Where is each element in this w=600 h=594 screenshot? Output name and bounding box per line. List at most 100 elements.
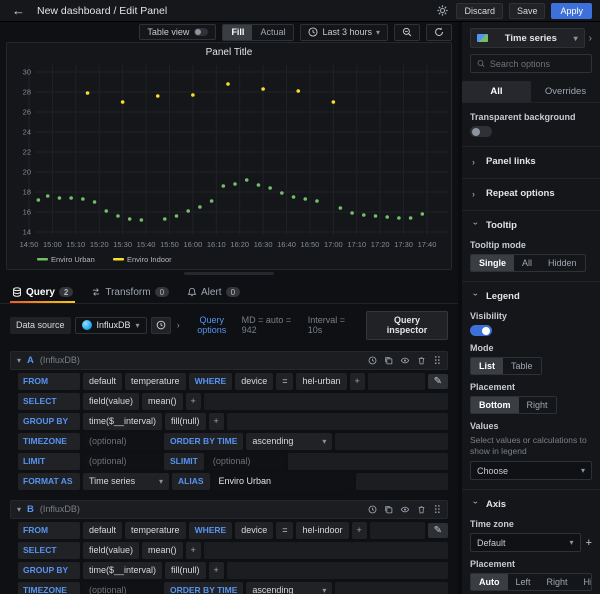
segment-default[interactable]: default [83,373,122,390]
visualization-picker[interactable]: Time series ▾ [470,28,585,48]
input-field[interactable]: (optional) [83,433,161,450]
segment-temperature[interactable]: temperature [125,522,186,539]
option-hidden[interactable]: Hidden [576,574,592,590]
tab-alert[interactable]: Alert 0 [185,284,242,303]
query-header-B[interactable]: ▾ B (InfluxDB) [10,500,448,519]
zoom-out-button[interactable] [394,24,420,41]
option-list[interactable]: List [471,358,503,374]
tab-transform[interactable]: Transform 0 [89,284,171,303]
options-search-input[interactable] [490,59,585,69]
legend-expander[interactable]: › Legend [470,289,592,304]
table-view-switch[interactable] [194,28,208,36]
tab-all-options[interactable]: All [462,81,531,102]
time-series-chart[interactable]: 14161820222426283014:5015:0015:1015:2015… [7,59,450,269]
dropdown-ascending[interactable]: ascending▾ [246,582,332,594]
dropdown-ascending[interactable]: ascending▾ [246,433,332,450]
add-segment-button[interactable]: + [209,413,224,430]
query-options-expander[interactable]: › Query options [175,315,238,335]
tab-query[interactable]: Query 2 [10,284,75,303]
time-range-picker[interactable]: Last 3 hours ▾ [300,24,388,41]
input-field[interactable]: (optional) [83,453,161,470]
segment-time-interval-[interactable]: time($__interval) [83,413,162,430]
option-table[interactable]: Table [503,358,541,374]
query-header-A[interactable]: ▾ A (InfluxDB) [10,351,448,370]
toggle-query-visibility-button[interactable] [400,355,410,365]
tab-overrides[interactable]: Overrides [531,81,600,102]
keyword-alias[interactable]: ALIAS [172,473,210,490]
segment-hel-indoor[interactable]: hel-indoor [296,522,348,539]
axis-timezone-dropdown[interactable]: Default ▾ [470,533,581,552]
segment--[interactable]: = [276,373,293,390]
add-segment-button[interactable]: + [186,542,201,559]
add-segment-button[interactable]: + [209,562,224,579]
apply-button[interactable]: Apply [551,3,592,19]
keyword-order-by-time[interactable]: ORDER BY TIME [164,582,243,594]
legend-visibility-toggle[interactable] [470,325,492,336]
keyword-order-by-time[interactable]: ORDER BY TIME [164,433,243,450]
table-view-toggle[interactable]: Table view [139,24,216,40]
delete-query-button[interactable] [417,355,426,365]
back-button[interactable]: ← [8,4,29,17]
segment-hel-urban[interactable]: hel-urban [296,373,346,390]
input-field[interactable]: (optional) [207,453,285,470]
option-auto[interactable]: Auto [471,574,508,590]
add-segment-button[interactable]: + [352,522,367,539]
option-all[interactable]: All [514,255,540,271]
repeat-options-expander[interactable]: › Repeat options [470,186,592,201]
toggle-query-visibility-button[interactable] [400,504,410,514]
axis-expander[interactable]: › Axis [470,497,592,512]
refresh-button[interactable] [426,24,452,41]
delete-query-button[interactable] [417,504,426,514]
add-segment-button[interactable]: + [350,373,365,390]
segment-time-interval-[interactable]: time($__interval) [83,562,162,579]
option-hidden[interactable]: Hidden [540,255,585,271]
dropdown-time-series[interactable]: Time series▾ [83,473,169,490]
query-history-button[interactable] [368,355,377,365]
query-inspector-button[interactable]: Query inspector [366,311,448,340]
segment-mean-[interactable]: mean() [142,542,183,559]
segment--[interactable]: = [276,522,293,539]
segment-fill-null-[interactable]: fill(null) [165,562,206,579]
panel-title[interactable]: Panel Title [7,43,451,59]
panel-links-expander[interactable]: › Panel links [470,154,592,169]
option-bottom[interactable]: Bottom [471,397,519,413]
segment-mean-[interactable]: mean() [142,393,183,410]
add-segment-button[interactable]: + [186,393,201,410]
input-field[interactable]: Enviro Urban [213,473,353,490]
drag-query-handle[interactable] [433,504,441,514]
segment-fill-null-[interactable]: fill(null) [165,413,206,430]
keyword-where[interactable]: WHERE [189,373,233,390]
save-button[interactable]: Save [509,3,546,19]
option-single[interactable]: Single [471,255,514,271]
segment-field-value-[interactable]: field(value) [83,393,139,410]
keyword-slimit[interactable]: SLIMIT [164,453,204,470]
tooltip-expander[interactable]: › Tooltip [470,218,592,233]
discard-button[interactable]: Discard [456,3,503,19]
axis-timezone-add-button[interactable]: + [586,537,592,549]
resize-handle[interactable] [184,272,274,275]
option-left[interactable]: Left [508,574,539,590]
input-field[interactable]: (optional) [83,582,161,594]
segment-default[interactable]: default [83,522,122,539]
options-search[interactable] [470,54,592,73]
actual-button[interactable]: Actual [252,25,293,40]
fill-button[interactable]: Fill [223,25,252,40]
segment-temperature[interactable]: temperature [125,373,186,390]
keyword-where[interactable]: WHERE [189,522,233,539]
query-history-button[interactable] [368,504,377,514]
transparent-bg-toggle[interactable] [470,126,492,137]
duplicate-query-button[interactable] [384,355,393,365]
legend-values-dropdown[interactable]: Choose ▾ [470,461,592,480]
collapse-options-button[interactable]: › [589,33,592,44]
edit-query-button[interactable]: ✎ [428,374,448,389]
option-right[interactable]: Right [519,397,556,413]
segment-device[interactable]: device [235,373,273,390]
dashboard-settings-button[interactable] [435,3,450,18]
duplicate-query-button[interactable] [384,504,393,514]
edit-query-button[interactable]: ✎ [428,523,448,538]
datasource-picker[interactable]: InfluxDB ▾ [75,317,147,334]
segment-device[interactable]: device [235,522,273,539]
drag-query-handle[interactable] [433,355,441,365]
option-right[interactable]: Right [539,574,576,590]
segment-field-value-[interactable]: field(value) [83,542,139,559]
